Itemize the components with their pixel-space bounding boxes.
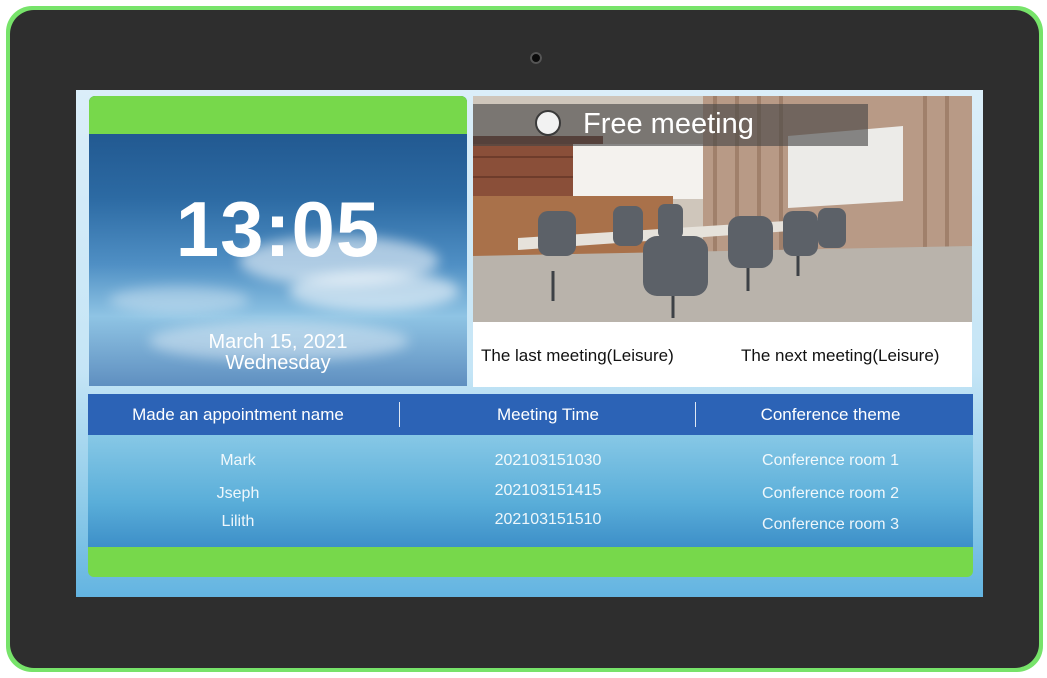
display-screen: 13:05 March 15, 2021 Wednesday Free meet… [76, 90, 983, 597]
meeting-room-panel: Free meeting The last meeting(Leisure) T… [473, 96, 972, 387]
clock-date: March 15, 2021 [208, 331, 348, 353]
clock-icon [535, 110, 561, 136]
tablet-device: 13:05 March 15, 2021 Wednesday Free meet… [6, 6, 1043, 672]
next-meeting-label: The next meeting(Leisure) [741, 346, 940, 365]
conference-room-photo: Free meeting [473, 96, 972, 322]
row-theme: Conference room 1 [762, 452, 899, 469]
meeting-status: Free meeting [583, 108, 754, 140]
meeting-status-bar: Free meeting [473, 104, 868, 146]
column-header-name: Made an appointment name [132, 405, 344, 424]
row-time: 202103151030 [494, 452, 602, 469]
row-theme: Conference room 2 [762, 485, 899, 502]
clock-weekday: Wednesday [225, 352, 331, 374]
clock-time: 13:05 [175, 185, 381, 273]
row-name: Lilith [221, 513, 255, 530]
row-theme: Conference room 3 [762, 516, 899, 533]
column-header-theme: Conference theme [760, 405, 901, 424]
row-name: Jseph [216, 485, 260, 502]
clock-date-block: March 15, 2021 Wednesday [89, 332, 467, 374]
row-name: Mark [220, 452, 256, 469]
clock-panel-top-bar [89, 96, 467, 134]
last-meeting-label: The last meeting(Leisure) [481, 346, 674, 365]
tablet-bezel: 13:05 March 15, 2021 Wednesday Free meet… [10, 10, 1039, 668]
column-header-time: Meeting Time [496, 405, 600, 424]
appointment-table-body: Mark 202103151030 Conference room 1 Jsep… [88, 435, 973, 547]
sky-cloud [289, 271, 459, 311]
bottom-accent-bar [88, 547, 973, 577]
row-time: 202103151415 [494, 482, 602, 499]
row-time: 202103151510 [494, 511, 602, 528]
appointment-table-header: Made an appointment name Meeting Time Co… [88, 394, 973, 435]
clock-panel: 13:05 March 15, 2021 Wednesday [89, 96, 467, 386]
sky-cloud [109, 286, 249, 314]
front-camera [530, 52, 542, 64]
